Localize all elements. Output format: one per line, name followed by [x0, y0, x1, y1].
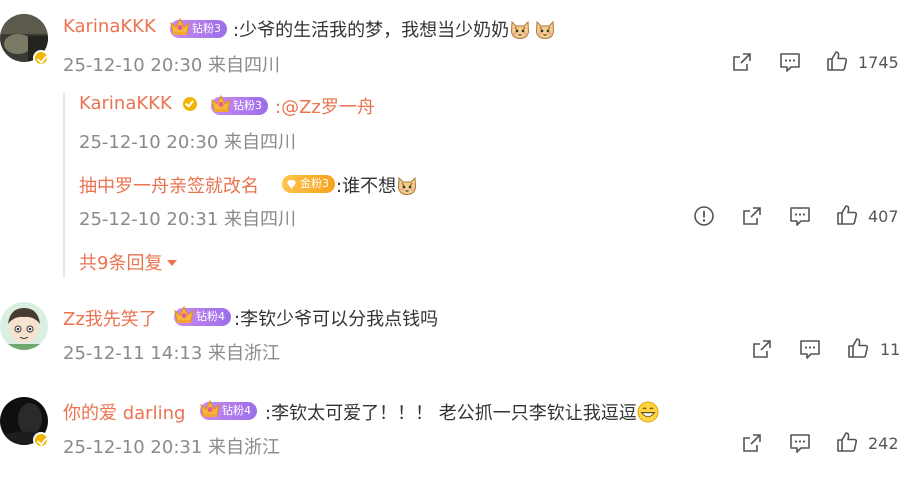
share-icon[interactable]: [731, 51, 753, 73]
comment-text: :李钦太可爱了！！！ 老公抓一只李钦让我逗逗: [265, 399, 659, 425]
like-icon[interactable]: [836, 204, 858, 226]
report-icon[interactable]: [693, 205, 715, 227]
like-icon[interactable]: [836, 431, 858, 453]
cat-emoji-icon: [534, 18, 556, 40]
verified-icon: [33, 50, 49, 66]
comment-time-location: 25-12-10 20:30 来自四川: [63, 55, 281, 76]
verified-icon: [33, 432, 49, 448]
comment-icon[interactable]: [789, 205, 811, 227]
share-icon[interactable]: [751, 338, 773, 360]
caret-down-icon: [167, 260, 178, 266]
fan-badge[interactable]: 钻粉4: [200, 402, 257, 420]
fan-badge[interactable]: 钻粉4: [174, 308, 231, 326]
comment-time-location: 25-12-10 20:31 来自浙江: [63, 437, 281, 458]
comment-icon[interactable]: [779, 51, 801, 73]
grin-emoji-icon: [637, 401, 659, 423]
like-icon[interactable]: [847, 337, 869, 359]
fan-badge[interactable]: 金粉3: [282, 175, 335, 193]
comment-icon[interactable]: [799, 338, 821, 360]
reply-time-location: 25-12-10 20:31 来自四川: [79, 209, 297, 230]
reply-username[interactable]: KarinaKKK: [79, 93, 172, 114]
avatar[interactable]: [0, 302, 48, 350]
gold-fan-icon: [287, 180, 296, 189]
reply-username[interactable]: 抽中罗一舟亲签就改名: [79, 172, 259, 198]
crown-icon: [168, 15, 192, 37]
reply-divider: [63, 92, 65, 278]
crown-icon: [209, 92, 233, 114]
like-count: 11: [880, 340, 901, 359]
share-icon[interactable]: [741, 205, 763, 227]
crown-icon: [172, 303, 196, 325]
crown-icon: [198, 397, 222, 419]
cat-emoji-icon: [396, 174, 418, 196]
like-count: 1745: [858, 53, 899, 72]
reply-time-location: 25-12-10 20:30 来自四川: [79, 132, 297, 153]
like-icon[interactable]: [826, 50, 848, 72]
comment-username[interactable]: Zz我先笑了: [63, 305, 157, 331]
fan-badge[interactable]: 钻粉3: [170, 20, 227, 38]
more-replies-link[interactable]: 共9条回复: [79, 249, 178, 275]
comment-text: :少爷的生活我的梦，我想当少奶奶: [233, 16, 556, 42]
comment-username[interactable]: 你的爱 darling: [63, 399, 185, 425]
verified-icon: [183, 97, 197, 111]
like-count: 242: [868, 434, 899, 453]
comment-text: :李钦少爷可以分我点钱吗: [234, 309, 439, 330]
comment-time-location: 25-12-11 14:13 来自浙江: [63, 343, 281, 364]
cat-emoji-icon: [509, 18, 531, 40]
reply-text[interactable]: :@Zz罗一舟: [275, 93, 375, 119]
comment-icon[interactable]: [789, 432, 811, 454]
share-icon[interactable]: [741, 432, 763, 454]
comment-username[interactable]: KarinaKKK: [63, 16, 156, 37]
like-count: 407: [868, 207, 899, 226]
fan-badge[interactable]: 钻粉3: [211, 97, 268, 115]
reply-text: :谁不想: [336, 172, 418, 198]
